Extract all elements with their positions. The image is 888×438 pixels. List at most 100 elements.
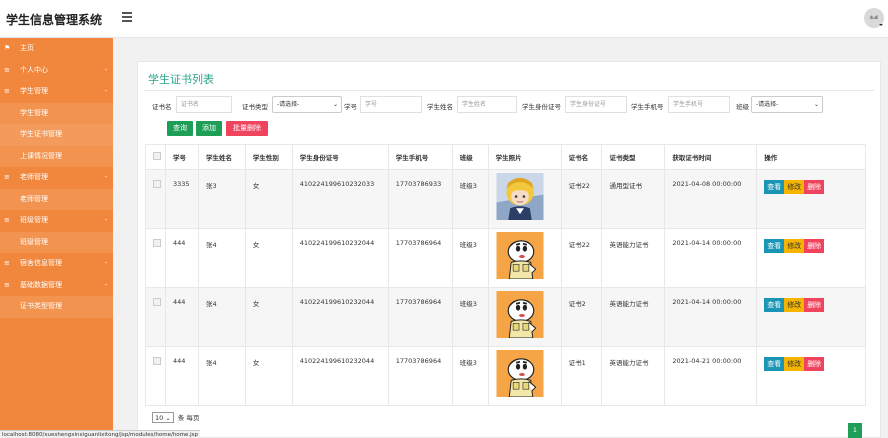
student-no-input[interactable]: 学号 bbox=[360, 96, 422, 113]
class-label: 班级 bbox=[736, 103, 749, 111]
view-button[interactable]: 查看 bbox=[764, 357, 785, 371]
sidebar-item-12[interactable]: 证书类型管理 bbox=[0, 296, 113, 318]
sidebar-item-3[interactable]: 学生管理 bbox=[0, 102, 113, 124]
avatar[interactable]: dudi bbox=[864, 8, 884, 28]
cell-photo bbox=[487, 169, 562, 229]
menu-icon: ≡ bbox=[4, 87, 10, 95]
row-select-cell bbox=[145, 346, 166, 406]
sidebar-item-10[interactable]: ≡ 宿舍信息管理 - bbox=[0, 253, 113, 275]
col-header: 证书名 bbox=[560, 144, 603, 170]
student-name-input[interactable]: 学生姓名 bbox=[457, 96, 517, 113]
sidebar-item-label: 学生管理 bbox=[20, 87, 48, 95]
sidebar-item-6[interactable]: ≡ 老师管理 - bbox=[0, 167, 113, 189]
collapse-icon: - bbox=[104, 173, 107, 181]
hamburger-menu-icon[interactable] bbox=[122, 12, 132, 22]
view-button[interactable]: 查看 bbox=[764, 239, 785, 253]
student-no-label: 学号 bbox=[344, 103, 357, 111]
select-all-header bbox=[145, 144, 166, 170]
delete-button[interactable]: 删除 bbox=[804, 180, 825, 194]
menu-icon: ≡ bbox=[4, 259, 10, 267]
cell-cert_type: 英语能力证书 bbox=[601, 346, 666, 406]
add-button[interactable]: 添加 bbox=[196, 121, 222, 136]
app-title: 学生信息管理系统 bbox=[6, 13, 103, 27]
cell-actions: 查看 修改 删除 bbox=[756, 228, 866, 288]
sidebar-item-7[interactable]: 老师管理 bbox=[0, 188, 113, 210]
delete-button[interactable]: 删除 bbox=[804, 298, 825, 312]
phone-label: 学生手机号 bbox=[631, 103, 664, 111]
delete-button[interactable]: 删除 bbox=[804, 239, 825, 253]
table-header-row: 学号 学生姓名 学生性别 学生身份证号 学生手机号 班级 学生照片 证书名 证书… bbox=[145, 144, 866, 170]
sidebar-item-2[interactable]: ≡ 学生管理 - bbox=[0, 81, 113, 103]
edit-button[interactable]: 修改 bbox=[784, 180, 805, 194]
edit-button[interactable]: 修改 bbox=[784, 239, 805, 253]
page-size-select[interactable]: 10 ⌄ bbox=[152, 412, 174, 423]
row-select-cell bbox=[145, 287, 166, 347]
menu-icon: ≡ bbox=[4, 65, 10, 74]
view-button[interactable]: 查看 bbox=[764, 298, 785, 312]
sidebar-item-9[interactable]: 班级管理 bbox=[0, 231, 113, 253]
cert-name-input[interactable]: 证书名 bbox=[176, 96, 232, 113]
cert-name-label: 证书名 bbox=[152, 103, 172, 111]
sidebar-item-8[interactable]: ≡ 班级管理 - bbox=[0, 210, 113, 232]
sidebar-item-1[interactable]: ≡ 个人中心 - bbox=[0, 60, 113, 82]
cell-phone: 17703786933 bbox=[387, 169, 453, 229]
row-checkbox[interactable] bbox=[153, 239, 161, 247]
delete-button[interactable]: 删除 bbox=[804, 357, 825, 371]
cert-type-value: -请选择- bbox=[277, 101, 300, 108]
page-size-suffix: 条 每页 bbox=[177, 414, 200, 422]
class-select[interactable]: -请选择- ⌄ bbox=[751, 96, 823, 113]
student-photo bbox=[496, 232, 544, 280]
student-photo bbox=[496, 173, 544, 220]
view-button[interactable]: 查看 bbox=[764, 180, 785, 194]
cell-name: 张4 bbox=[197, 287, 246, 347]
collapse-icon: - bbox=[104, 87, 107, 95]
id-card-input[interactable]: 学生身份证号 bbox=[565, 96, 627, 113]
select-all-checkbox[interactable] bbox=[153, 152, 161, 160]
sidebar-item-5[interactable]: 上课情况管理 bbox=[0, 145, 113, 167]
cell-photo bbox=[487, 287, 562, 347]
cell-gender: 女 bbox=[244, 287, 293, 347]
cert-type-select[interactable]: -请选择- ⌄ bbox=[272, 96, 342, 113]
cell-no: 444 bbox=[164, 346, 199, 406]
page-size-control: 10 ⌄ 条 每页 bbox=[152, 412, 199, 423]
page-number-button[interactable]: 1 bbox=[848, 423, 862, 438]
row-select-cell bbox=[145, 169, 166, 229]
edit-button[interactable]: 修改 bbox=[784, 298, 805, 312]
class-value: -请选择- bbox=[756, 101, 779, 108]
cell-phone: 17703786964 bbox=[387, 287, 453, 347]
cell-no: 444 bbox=[164, 287, 199, 347]
table-row: 444 张4 女 410224199610232044 17703786964 班级3 证… bbox=[145, 228, 866, 288]
cell-name: 张4 bbox=[197, 228, 246, 288]
row-checkbox[interactable] bbox=[153, 357, 161, 365]
cert-type-label: 证书类型 bbox=[242, 103, 268, 111]
cell-cert_type: 英语能力证书 bbox=[601, 228, 666, 288]
cell-phone: 17703786964 bbox=[387, 346, 453, 406]
sidebar-item-0[interactable]: ⚑ 主页 bbox=[0, 38, 113, 60]
sidebar-item-11[interactable]: ≡ 基础数据管理 - bbox=[0, 275, 113, 297]
cell-name: 张3 bbox=[197, 169, 246, 229]
sidebar-item-label: 班级管理 bbox=[20, 237, 48, 246]
cell-phone: 17703786964 bbox=[387, 228, 453, 288]
sidebar-item-label: 班级管理 bbox=[20, 216, 48, 224]
batch-delete-button[interactable]: 批量删除 bbox=[226, 121, 268, 136]
cell-class: 班级3 bbox=[451, 287, 489, 347]
cell-time: 2021-04-14 00:00:00 bbox=[664, 287, 758, 347]
cell-cert_type: 英语能力证书 bbox=[601, 287, 666, 347]
col-header: 证书类型 bbox=[601, 144, 666, 170]
edit-button[interactable]: 修改 bbox=[784, 357, 805, 371]
phone-input[interactable]: 学生手机号 bbox=[668, 96, 730, 113]
row-checkbox[interactable] bbox=[153, 180, 161, 188]
cell-class: 班级3 bbox=[451, 346, 489, 406]
cell-time: 2021-04-21 00:00:00 bbox=[664, 346, 758, 406]
cell-actions: 查看 修改 删除 bbox=[756, 346, 866, 406]
sidebar-item-4[interactable]: 学生证书管理 bbox=[0, 124, 113, 146]
search-button[interactable]: 查询 bbox=[167, 121, 193, 136]
chevron-down-icon: ⌄ bbox=[813, 101, 819, 108]
menu-icon: ≡ bbox=[4, 216, 10, 224]
col-header: 学生照片 bbox=[487, 144, 562, 170]
row-checkbox[interactable] bbox=[153, 298, 161, 306]
id-card-label: 学生身份证号 bbox=[522, 103, 561, 111]
col-header: 班级 bbox=[451, 144, 489, 170]
cell-cert: 证书22 bbox=[560, 169, 603, 229]
sidebar-item-label: 老师管理 bbox=[20, 173, 48, 181]
